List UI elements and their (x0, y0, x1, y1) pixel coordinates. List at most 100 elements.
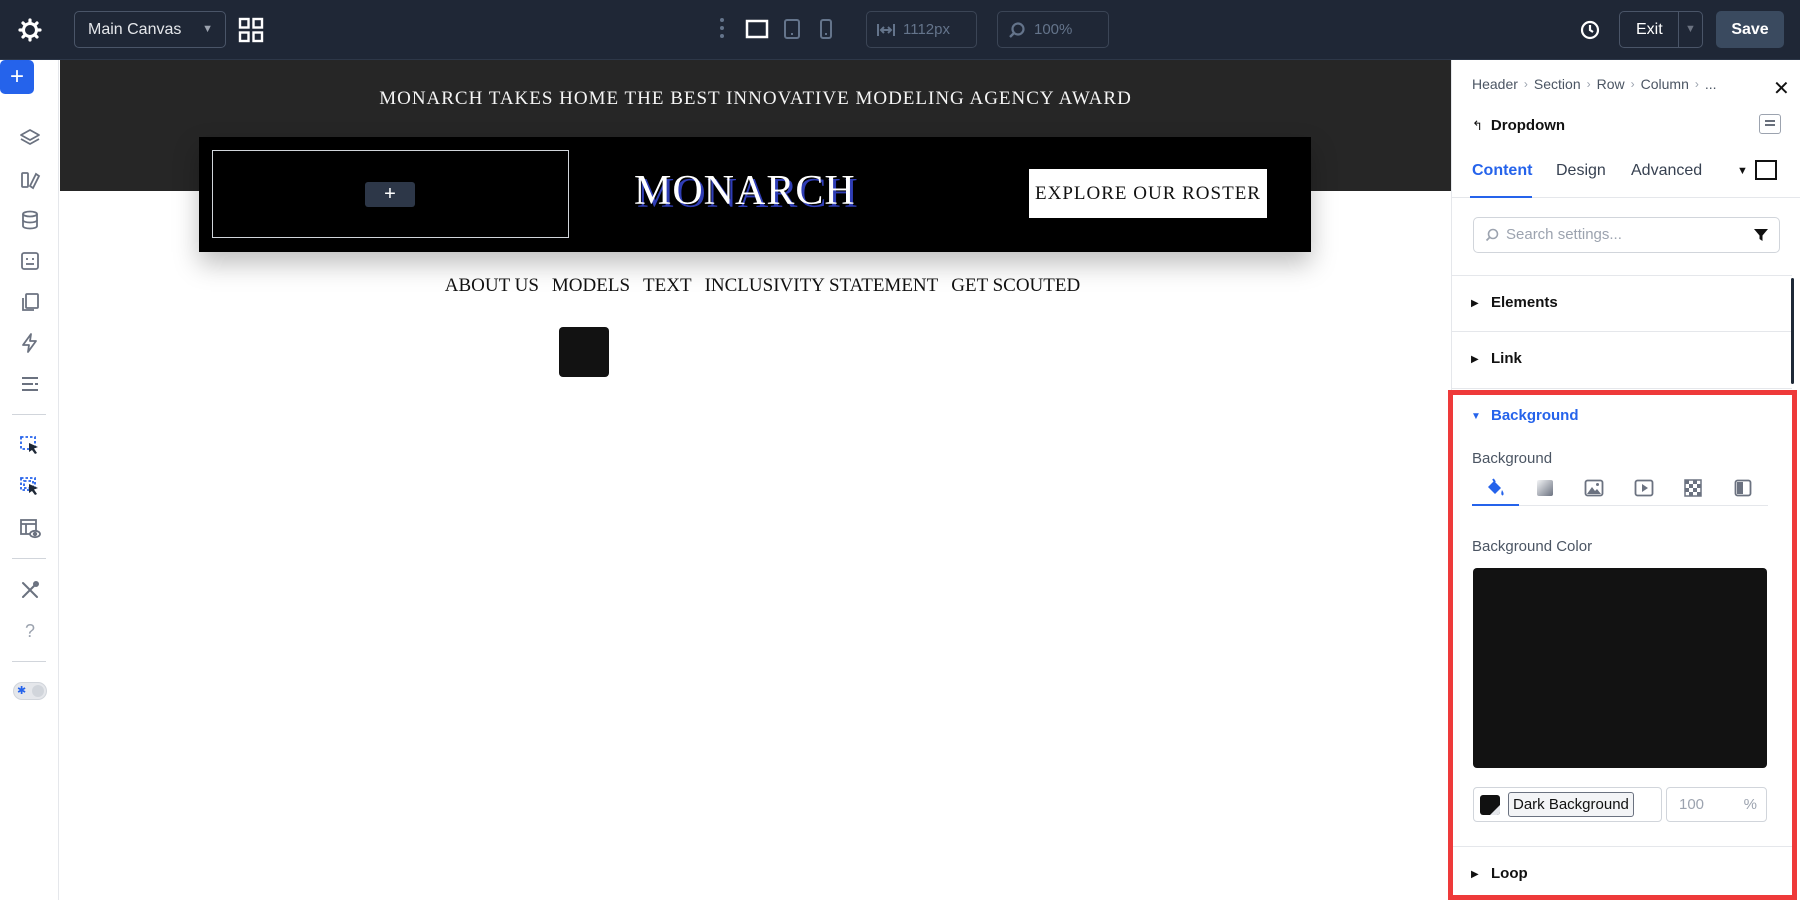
color-select-field[interactable]: Dark Background (1473, 787, 1662, 822)
caret-down-icon: ▼ (1471, 411, 1481, 422)
multi-select-icon[interactable] (14, 471, 46, 503)
exit-button[interactable]: Exit ▼ (1619, 11, 1703, 48)
canvas-width-field[interactable]: 1112px (866, 11, 977, 48)
more-vertical-icon[interactable] (718, 16, 726, 42)
layers-icon[interactable] (14, 122, 46, 154)
background-type-label: Background (1472, 450, 1553, 467)
background-color-label: Background Color (1472, 538, 1593, 555)
section-elements[interactable]: ▶ Elements (1452, 275, 1792, 331)
preview-layout-icon[interactable] (14, 512, 46, 544)
caret-right-icon: ▶ (1471, 298, 1479, 309)
zoom-field[interactable]: 100% (997, 11, 1109, 48)
list-icon[interactable] (14, 368, 46, 400)
menu-item-get-scouted[interactable]: GET SCOUTED (951, 275, 1080, 297)
save-button[interactable]: Save (1716, 11, 1784, 48)
caret-right-icon: ▶ (1471, 354, 1479, 365)
module-title: Dropdown (1490, 117, 1566, 134)
breadcrumb-chevron-icon: › (1586, 77, 1591, 91)
opacity-unit: % (1743, 796, 1757, 813)
settings-panel: Header › Section › Row › Column › ... ✕ … (1451, 60, 1800, 900)
pattern-icon[interactable] (1682, 477, 1704, 499)
breadcrumb-more[interactable]: ... (1705, 76, 1717, 92)
phone-view-icon[interactable] (818, 18, 834, 40)
menu-item-about-us[interactable]: ABOUT US (445, 275, 539, 297)
tab-content[interactable]: Content (1472, 162, 1532, 180)
caret-right-icon: ▶ (1471, 869, 1479, 880)
tab-design[interactable]: Design (1556, 162, 1606, 180)
breadcrumb-column[interactable]: Column (1641, 76, 1689, 92)
exit-label: Exit (1636, 21, 1663, 38)
canvas-width-value: 1112px (903, 21, 950, 38)
page-canvas: MONARCH TAKES HOME THE BEST INNOVATIVE M… (60, 60, 1451, 900)
search-settings-input[interactable]: Search settings... (1473, 217, 1780, 253)
section-link-label: Link (1491, 350, 1522, 367)
gradient-icon[interactable] (1534, 477, 1556, 499)
breadcrumb-chevron-icon: › (1630, 77, 1635, 91)
mask-icon[interactable] (1732, 477, 1754, 499)
panel-scrollbar[interactable] (1791, 278, 1794, 384)
breadcrumb-section[interactable]: Section (1534, 76, 1581, 92)
select-element-icon[interactable] (14, 430, 46, 462)
empty-column[interactable]: + (212, 150, 569, 238)
canvas-select[interactable]: Main Canvas ▼ (74, 11, 226, 48)
chevron-down-icon: ▼ (202, 23, 213, 35)
lightning-icon[interactable] (14, 327, 46, 359)
color-swatch[interactable] (1480, 795, 1500, 815)
dropdown-module[interactable] (559, 327, 609, 377)
section-background-label: Background (1491, 407, 1579, 424)
add-element-button[interactable]: + (0, 60, 34, 94)
module-title-row: ↰ Dropdown (1472, 117, 1565, 134)
pages-icon[interactable] (14, 286, 46, 318)
exit-chevron-down-icon[interactable]: ▼ (1685, 12, 1696, 47)
active-bg-type-indicator (1472, 504, 1519, 506)
paint-bucket-icon[interactable] (1484, 477, 1506, 499)
add-module-button[interactable]: + (365, 182, 415, 207)
toggle-gear-icon: ✱ (17, 685, 27, 697)
theme-toggle[interactable]: ✱ (13, 682, 47, 700)
canvas-select-value: Main Canvas (88, 21, 182, 38)
grid-view-icon[interactable] (238, 17, 264, 43)
desktop-view-icon[interactable] (745, 18, 769, 40)
explore-roster-button[interactable]: EXPLORE OUR ROSTER (1029, 169, 1267, 218)
module-options-icon[interactable] (1759, 114, 1781, 134)
back-arrow-icon[interactable]: ↰ (1472, 118, 1483, 134)
breadcrumb-row[interactable]: Row (1597, 76, 1625, 92)
database-icon[interactable] (14, 204, 46, 236)
menu-item-models[interactable]: MODELS (552, 275, 630, 297)
help-icon[interactable]: ? (14, 615, 46, 647)
tools-icon[interactable] (14, 574, 46, 606)
image-icon[interactable] (1583, 477, 1605, 499)
toggle-preview-icon[interactable] (1755, 160, 1777, 180)
section-loop[interactable]: ▶ Loop (1452, 846, 1792, 900)
tablet-view-icon[interactable] (783, 18, 801, 40)
header-row[interactable]: + MONARCH EXPLORE OUR ROSTER (199, 137, 1311, 252)
video-icon[interactable] (1633, 477, 1655, 499)
tab-caret-down-icon[interactable]: ▼ (1737, 165, 1748, 177)
menu-item-text[interactable]: TEXT (643, 275, 692, 297)
section-link[interactable]: ▶ Link (1452, 331, 1792, 387)
top-toolbar: Main Canvas ▼ 1112px 100% Exit ▼ Save (0, 0, 1800, 60)
zoom-value: 100% (1034, 21, 1073, 38)
color-variable-name[interactable]: Dark Background (1508, 792, 1634, 817)
width-arrows-icon (877, 24, 895, 36)
search-placeholder: Search settings... (1506, 226, 1622, 243)
search-icon (1485, 228, 1499, 242)
left-rail-divider (12, 414, 46, 415)
exit-divider (1678, 12, 1679, 47)
history-clock-icon[interactable] (1578, 18, 1602, 42)
background-type-tabs (1472, 474, 1768, 506)
menu-item-inclusivity-statement[interactable]: INCLUSIVITY STATEMENT (705, 275, 939, 297)
left-rail-divider (12, 558, 46, 559)
breadcrumb-header[interactable]: Header (1472, 76, 1518, 92)
breadcrumb: Header › Section › Row › Column › ... (1472, 76, 1717, 92)
filter-icon[interactable] (1753, 227, 1769, 243)
color-preview[interactable] (1473, 568, 1767, 768)
settings-gear-icon[interactable] (14, 15, 46, 45)
tab-advanced[interactable]: Advanced (1631, 162, 1702, 180)
logo-text[interactable]: MONARCH (634, 167, 856, 215)
design-library-icon[interactable] (14, 163, 46, 195)
close-icon[interactable]: ✕ (1773, 76, 1790, 101)
section-background[interactable]: ▼ Background (1452, 388, 1792, 444)
opacity-input[interactable]: 100 % (1666, 787, 1767, 822)
page-settings-icon[interactable] (14, 245, 46, 277)
